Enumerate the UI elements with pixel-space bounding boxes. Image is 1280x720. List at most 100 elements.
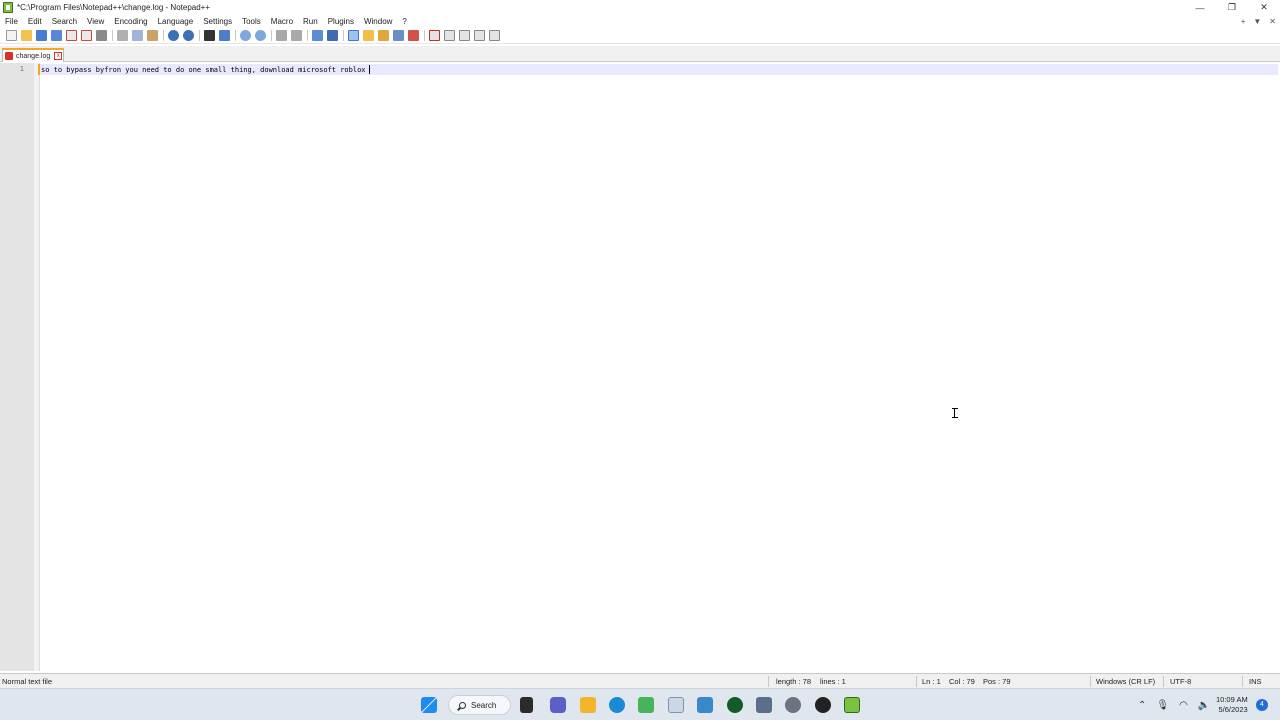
record-macro-icon[interactable] — [429, 30, 440, 41]
text-caret — [368, 65, 370, 74]
zoom-out-icon[interactable] — [255, 30, 266, 41]
menu-macro[interactable]: Macro — [266, 17, 298, 26]
status-col: Col : 79 — [949, 677, 975, 686]
network-app-icon[interactable] — [756, 697, 772, 713]
change-history-marker — [38, 64, 40, 75]
menu-encoding[interactable]: Encoding — [109, 17, 152, 26]
restore-button[interactable]: ❐ — [1216, 0, 1248, 15]
task-view-icon[interactable] — [520, 697, 533, 713]
windows-start-icon[interactable] — [421, 697, 437, 713]
save-all-icon[interactable] — [51, 30, 62, 41]
menu-edit[interactable]: Edit — [23, 17, 47, 26]
wifi-icon[interactable]: ◠ — [1179, 700, 1188, 711]
tab-close-icon[interactable]: x — [54, 52, 63, 60]
notepad-plus-plus-taskbar-icon[interactable] — [844, 697, 860, 713]
window-controls: — ❐ ✕ — [1184, 0, 1280, 15]
menu-view[interactable]: View — [82, 17, 109, 26]
obs-studio-icon[interactable] — [815, 697, 831, 713]
taskbar-clock[interactable]: 10:09 AM 5/6/2023 — [1216, 695, 1248, 715]
new-file-icon[interactable] — [6, 30, 17, 41]
undo-icon[interactable] — [168, 30, 179, 41]
copy-icon[interactable] — [132, 30, 143, 41]
save-macro-icon[interactable] — [489, 30, 500, 41]
toolbar — [0, 28, 1280, 44]
settings-gear-icon[interactable] — [785, 697, 801, 713]
folder-workspace-icon[interactable] — [393, 30, 404, 41]
replace-icon[interactable] — [219, 30, 230, 41]
close-all-icon[interactable] — [81, 30, 92, 41]
status-eol[interactable]: Windows (CR LF) — [1096, 677, 1155, 686]
save-icon[interactable] — [36, 30, 47, 41]
search-label: Search — [471, 700, 497, 710]
fold-margin[interactable] — [34, 63, 40, 671]
speaker-icon[interactable]: 🔈 — [1198, 700, 1210, 711]
close-document-button[interactable]: ✕ — [1269, 17, 1276, 26]
menu-help[interactable]: ? — [397, 17, 411, 26]
editor-area[interactable]: 1 so to bypass byfron you need to do one… — [0, 63, 1280, 671]
word-wrap-icon[interactable] — [312, 30, 323, 41]
clock-time: 10:09 AM — [1216, 695, 1248, 704]
menu-tools[interactable]: Tools — [237, 17, 266, 26]
run-macro-multiple-icon[interactable] — [474, 30, 485, 41]
document-map-icon[interactable] — [363, 30, 374, 41]
status-length: length : 78 — [776, 677, 812, 686]
toolbar-separator — [271, 30, 272, 41]
menu-window[interactable]: Window — [359, 17, 397, 26]
system-tray: ⌃ 🎙 ◠ 🔈 — [1138, 689, 1220, 720]
menu-run[interactable]: Run — [298, 17, 323, 26]
menu-settings[interactable]: Settings — [198, 17, 237, 26]
chat-icon[interactable] — [550, 697, 566, 713]
toolbar-separator — [343, 30, 344, 41]
status-divider — [916, 676, 917, 687]
close-icon[interactable] — [66, 30, 77, 41]
editor-line[interactable]: so to bypass byfron you need to do one s… — [41, 65, 370, 74]
cut-icon[interactable] — [117, 30, 128, 41]
menu-language[interactable]: Language — [153, 17, 199, 26]
photos-icon[interactable] — [668, 697, 684, 713]
playback-macro-icon[interactable] — [459, 30, 470, 41]
indent-guide-icon[interactable] — [348, 30, 359, 41]
sync-horizontal-icon[interactable] — [291, 30, 302, 41]
paste-icon[interactable] — [147, 30, 158, 41]
ibeam-cursor-icon — [952, 408, 960, 418]
menu-search[interactable]: Search — [47, 17, 82, 26]
line-number: 1 — [19, 65, 24, 73]
zoom-in-icon[interactable] — [240, 30, 251, 41]
unsaved-file-icon — [5, 52, 13, 60]
status-bar: Normal text file length : 78 lines : 1 L… — [0, 673, 1280, 688]
taskbar: Search ⌃ 🎙 ◠ 🔈 10:09 AM 5/6/2023 4 — [0, 688, 1280, 720]
function-list-icon[interactable] — [378, 30, 389, 41]
redo-icon[interactable] — [183, 30, 194, 41]
sync-vertical-icon[interactable] — [276, 30, 287, 41]
tab-controls: + ▼ ✕ — [1241, 15, 1276, 28]
print-icon[interactable] — [96, 30, 107, 41]
open-file-icon[interactable] — [21, 30, 32, 41]
snipping-tool-icon[interactable] — [638, 697, 654, 713]
microphone-icon[interactable]: 🎙 — [1156, 700, 1169, 711]
monitoring-icon[interactable] — [408, 30, 419, 41]
stop-record-icon[interactable] — [444, 30, 455, 41]
search-icon — [459, 701, 466, 709]
status-file-type: Normal text file — [2, 677, 53, 686]
notification-badge[interactable]: 4 — [1256, 699, 1268, 711]
chevron-up-icon[interactable]: ⌃ — [1138, 700, 1146, 711]
status-encoding[interactable]: UTF-8 — [1170, 677, 1191, 686]
tab-list-dropdown[interactable]: ▼ — [1253, 17, 1261, 26]
xbox-icon[interactable] — [727, 697, 743, 713]
editor-line-text: so to bypass byfron you need to do one s… — [41, 66, 366, 74]
remote-desktop-icon[interactable] — [697, 697, 713, 713]
show-all-chars-icon[interactable] — [327, 30, 338, 41]
status-divider — [1242, 676, 1243, 687]
minimize-button[interactable]: — — [1184, 0, 1216, 15]
add-tab-button[interactable]: + — [1241, 17, 1246, 26]
menu-file[interactable]: File — [0, 17, 23, 26]
status-insert-mode[interactable]: INS — [1249, 677, 1262, 686]
find-icon[interactable] — [204, 30, 215, 41]
file-explorer-icon[interactable] — [580, 697, 596, 713]
menu-plugins[interactable]: Plugins — [323, 17, 359, 26]
title-bar: *C:\Program Files\Notepad++\change.log -… — [0, 0, 1280, 15]
edge-browser-icon[interactable] — [609, 697, 625, 713]
tab-change-log[interactable]: change.log x — [2, 48, 64, 62]
close-button[interactable]: ✕ — [1248, 0, 1280, 15]
taskbar-search[interactable]: Search — [448, 695, 511, 715]
